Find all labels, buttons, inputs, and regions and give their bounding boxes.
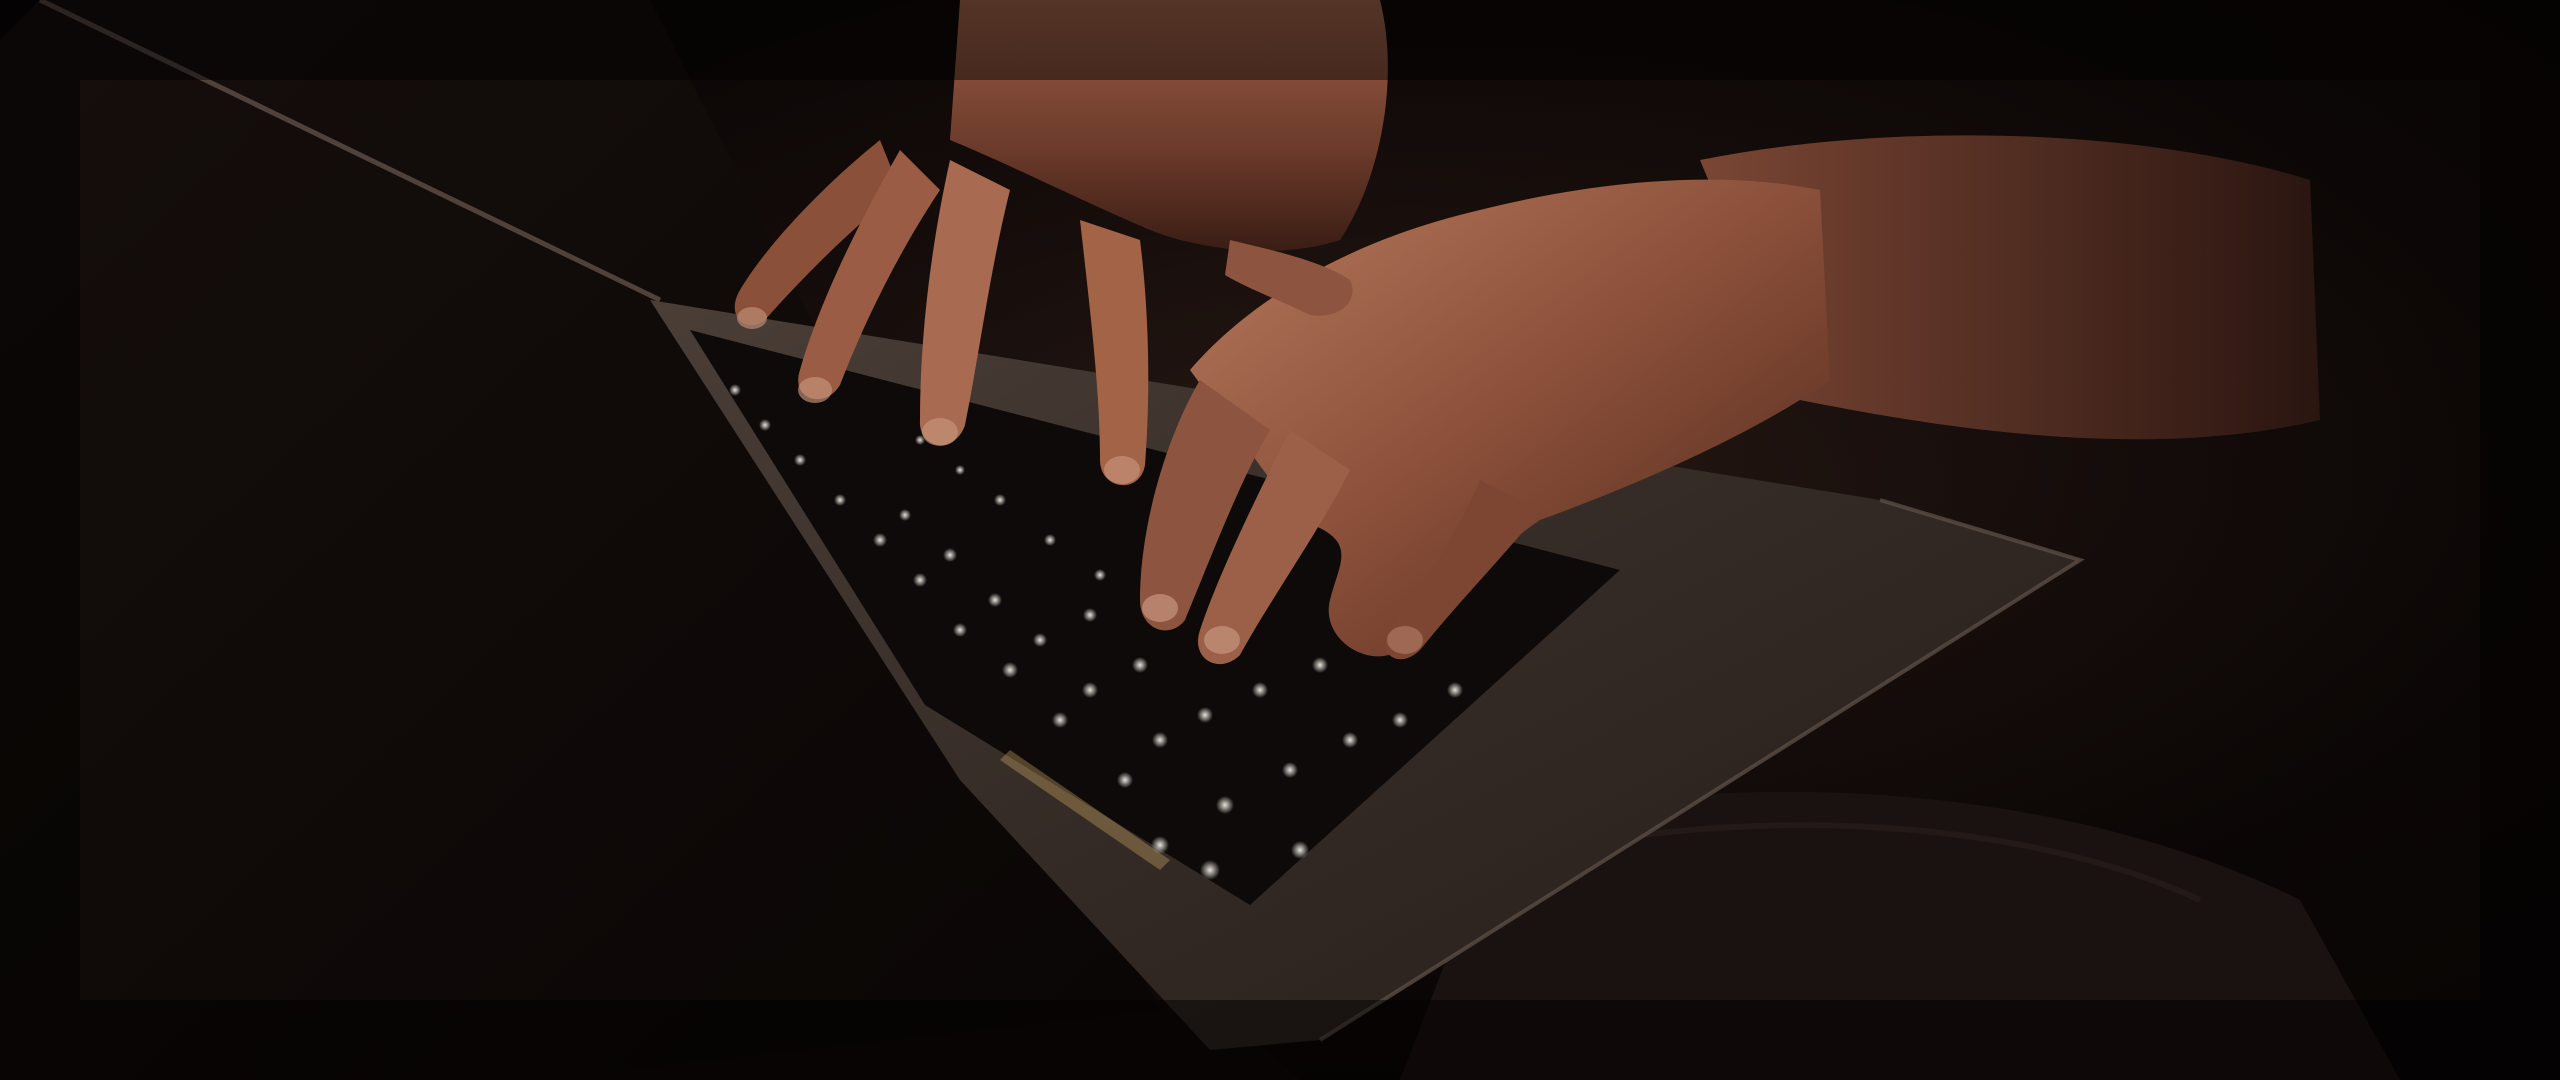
key-control [1447,682,1463,698]
key-8 [834,494,846,506]
key-d [1132,657,1148,673]
key-u [899,509,911,521]
right-middle-nail [1204,626,1240,654]
key-e [1082,682,1098,698]
key-f [1083,608,1097,622]
key-i [994,494,1006,506]
key-z [1342,732,1358,748]
key-1 [1291,841,1309,859]
key-s [1197,707,1213,723]
key-c [1312,657,1328,673]
left-middle-nail [922,418,958,446]
key-esc [1200,860,1220,880]
left-index-nail [1104,456,1140,484]
key-t [988,593,1002,607]
key-6 [913,573,927,587]
key-o [955,465,965,475]
left-ring-nail [798,377,832,403]
left-pinky-nail [737,307,767,329]
key-4 [1002,662,1018,678]
key-5 [953,623,967,637]
photo-scene [0,0,2560,1080]
key-9 [794,454,806,466]
key-g [1094,569,1106,581]
key-7 [873,533,887,547]
key-w [1152,732,1168,748]
key-shift [1392,712,1408,728]
key-q [1216,796,1234,814]
key-2 [1117,772,1133,788]
key-r [1033,633,1047,647]
key-0 [759,419,771,431]
key-3 [1052,712,1068,728]
key-j [1044,534,1056,546]
right-index-nail [1142,594,1178,622]
laptop-typing-photo [0,0,2560,1080]
right-ring-nail [1387,626,1423,654]
key-y [943,548,957,562]
key-a [1282,762,1298,778]
key-minus [729,384,741,396]
key-x [1252,682,1268,698]
